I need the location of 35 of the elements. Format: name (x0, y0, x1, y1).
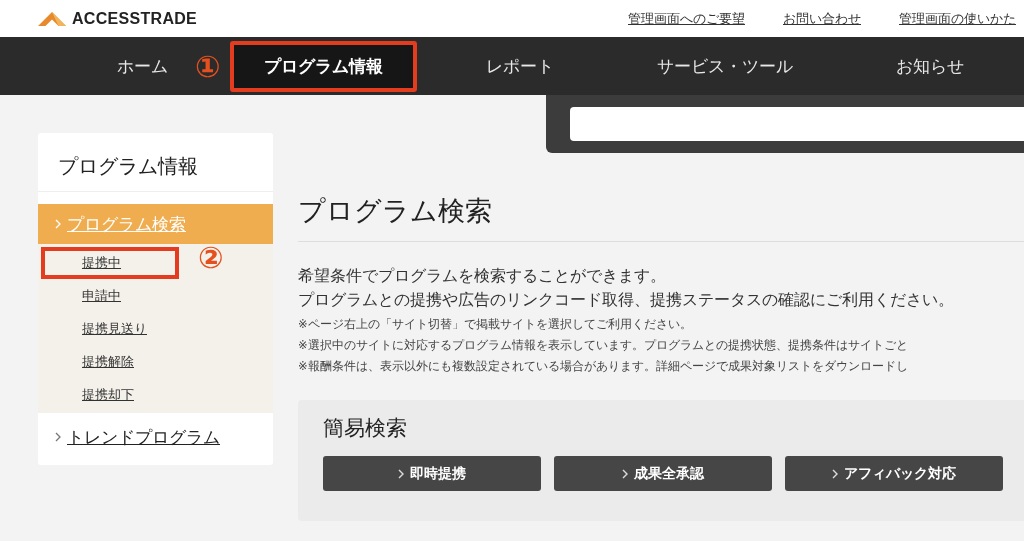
logo-icon (38, 11, 66, 26)
chevron-icon (55, 432, 61, 442)
filter-button[interactable]: アフィバック対応 (785, 456, 1003, 491)
header-link[interactable]: お問い合わせ (783, 9, 861, 28)
submenu-link[interactable]: 提携見送り (41, 312, 205, 345)
nav-tab[interactable]: サービス・ツール (644, 40, 805, 92)
chevron-icon (398, 468, 404, 479)
note-text: ※ページ右上の「サイト切替」で掲載サイトを選択してご利用ください。 (298, 317, 693, 332)
nav-tab[interactable]: レポート (473, 40, 566, 92)
header-link[interactable]: 管理画面へのご要望 (628, 9, 745, 28)
submenu-link[interactable]: 提携解除 (41, 345, 192, 378)
submenu-link[interactable]: 提携中 (41, 246, 179, 279)
note-text: ※選択中のサイトに対応するプログラム情報を表示しています。プログラムとの提携状態、提携条件はサイトごと (298, 338, 909, 353)
filter-button[interactable]: 即時提携 (323, 456, 541, 491)
nav-tab[interactable]: プログラム情報 (230, 40, 418, 92)
sidebar-link[interactable]: トレンドプログラム (67, 425, 220, 449)
header-link[interactable]: 管理画面の使いかた (899, 9, 1016, 28)
logo-text[interactable]: ACCESSTRADE (72, 9, 198, 28)
section-title: 簡易検索 (323, 415, 408, 442)
page-title: プログラム検索 (298, 193, 1024, 242)
chevron-icon (55, 219, 61, 229)
intro-text: プログラムとの提携や広告のリンクコード取得、提携ステータスの確認にご利用ください。 (298, 290, 955, 311)
note-text: ※報酬条件は、表示以外にも複数設定されている場合があります。詳細ページで成果対象リストをダウンロードし (298, 359, 909, 374)
nav-tab[interactable]: ホーム (105, 40, 180, 92)
sidebar-title: プログラム情報 (38, 133, 273, 192)
annotation-number: ① (195, 48, 221, 84)
annotation-number: ② (198, 240, 224, 275)
chevron-icon (832, 468, 838, 479)
nav-tab[interactable]: お知らせ (883, 40, 976, 92)
intro-text: 希望条件でプログラムを検索することができます。 (298, 266, 667, 287)
chevron-icon (622, 468, 628, 479)
search-field[interactable] (570, 107, 1024, 141)
filter-button[interactable]: 成果全承認 (554, 456, 772, 491)
submenu-link[interactable]: 提携却下 (41, 378, 192, 411)
submenu-link[interactable]: 申請中 (41, 279, 179, 312)
